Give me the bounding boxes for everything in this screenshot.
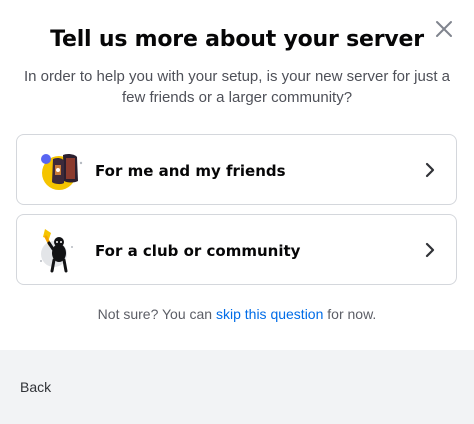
- create-server-modal: Tell us more about your server In order …: [0, 0, 474, 424]
- skip-hint-prefix: Not sure? You can: [97, 306, 216, 322]
- back-button[interactable]: Back: [20, 379, 51, 395]
- option-community[interactable]: For a club or community: [16, 214, 457, 285]
- skip-hint: Not sure? You can skip this question for…: [0, 306, 474, 322]
- option-friends[interactable]: For me and my friends: [16, 134, 457, 205]
- modal-footer: Back: [0, 350, 474, 424]
- modal-title: Tell us more about your server: [50, 27, 424, 52]
- chevron-right-icon: [425, 242, 435, 258]
- option-label: For me and my friends: [95, 161, 286, 180]
- friends-illustration-icon: [41, 153, 83, 190]
- skip-hint-suffix: for now.: [323, 306, 377, 322]
- community-illustration-icon: [40, 229, 73, 273]
- chevron-right-icon: [425, 162, 435, 178]
- option-label: For a club or community: [95, 241, 301, 260]
- skip-question-link[interactable]: skip this question: [216, 306, 323, 322]
- modal-subtitle: In order to help you with your setup, is…: [23, 68, 451, 106]
